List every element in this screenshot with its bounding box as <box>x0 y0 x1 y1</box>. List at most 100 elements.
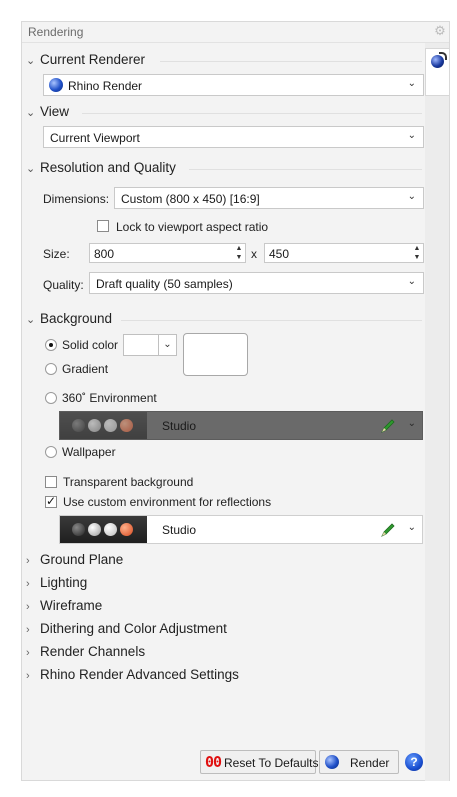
section-title: Ground Plane <box>40 552 124 567</box>
renderer-dropdown[interactable]: Rhino Render ⌄ <box>43 74 424 96</box>
section-rule <box>160 61 422 62</box>
solid-color-radio[interactable] <box>45 339 57 351</box>
pencil-icon[interactable] <box>380 522 396 538</box>
chevron-down-icon: ⌄ <box>26 55 36 67</box>
section-title: Lighting <box>40 575 88 590</box>
section-title: Render Channels <box>40 644 146 659</box>
section-advanced-settings[interactable]: › Rhino Render Advanced Settings <box>26 667 239 682</box>
wallpaper-radio[interactable] <box>45 446 57 458</box>
section-background[interactable]: ⌄ Background <box>26 311 112 331</box>
chevron-down-icon: ⌄ <box>407 191 416 202</box>
wallpaper-label: Wallpaper <box>62 445 116 459</box>
rendering-panel: Rendering ⚙ ⌄ Current Renderer Rhino Rend… <box>21 21 450 781</box>
chevron-down-icon: ⌄ <box>407 130 416 141</box>
render-button[interactable]: Render <box>319 750 399 774</box>
lock-aspect-checkbox[interactable] <box>97 220 109 232</box>
section-rule <box>121 320 422 321</box>
reset-icon: 00 <box>205 753 222 771</box>
section-wireframe[interactable]: › Wireframe <box>26 598 102 613</box>
section-current-renderer[interactable]: ⌄ Current Renderer <box>26 52 145 72</box>
chevron-down-icon[interactable]: ⌄ <box>408 522 416 533</box>
environment-thumbnail <box>60 516 147 543</box>
spin-arrows-icon[interactable]: ▲ ▼ <box>234 244 244 262</box>
chevron-right-icon: › <box>26 601 30 613</box>
height-value: 450 <box>269 247 290 261</box>
sphere-icon <box>104 523 117 536</box>
view-dropdown[interactable]: Current Viewport ⌄ <box>43 126 424 148</box>
color-picker-arrow[interactable]: ⌄ <box>159 334 177 356</box>
globe-icon <box>49 78 63 92</box>
chevron-down-icon: ⌄ <box>407 276 416 287</box>
chevron-down-icon: ⌄ <box>26 314 36 326</box>
reset-to-defaults-button[interactable]: 00 Reset To Defaults <box>200 750 319 774</box>
transparent-background-label: Transparent background <box>63 475 194 489</box>
panel-title-bar: Rendering ⚙ <box>22 22 449 43</box>
sphere-icon <box>88 523 101 536</box>
section-title: Dithering and Color Adjustment <box>40 621 227 636</box>
chevron-down-icon[interactable]: ⌄ <box>408 418 416 429</box>
section-lighting[interactable]: › Lighting <box>26 575 87 590</box>
quality-value: Draft quality (50 samples) <box>96 277 233 291</box>
width-value: 800 <box>94 247 115 261</box>
sphere-icon <box>88 419 101 432</box>
quality-label: Quality: <box>43 278 84 292</box>
gradient-radio[interactable] <box>45 363 57 375</box>
solid-color-swatch[interactable] <box>123 334 159 356</box>
sphere-icon <box>104 419 117 432</box>
section-view[interactable]: ⌄ View <box>26 104 69 124</box>
transparent-background-checkbox[interactable] <box>45 476 57 488</box>
help-icon[interactable]: ? <box>405 753 423 771</box>
chevron-right-icon: › <box>26 624 30 636</box>
sphere-icon <box>72 419 85 432</box>
chevron-down-icon: ⌄ <box>26 107 36 119</box>
solid-color-label: Solid color <box>62 338 119 352</box>
chevron-right-icon: › <box>26 578 30 590</box>
custom-environment-label: Use custom environment for reflections <box>63 495 272 509</box>
env360-label: 360˚ Environment <box>62 391 157 405</box>
chevron-down-icon: ⌄ <box>407 78 416 89</box>
dimensions-dropdown[interactable]: Custom (800 x 450) [16:9] ⌄ <box>114 187 424 209</box>
section-title: Current Renderer <box>40 52 146 67</box>
panel-title: Rendering <box>28 25 84 39</box>
rhino-render-tab[interactable] <box>425 48 449 96</box>
chevron-right-icon: › <box>26 647 30 659</box>
reset-label: Reset To Defaults <box>224 756 319 770</box>
chevron-right-icon: › <box>26 670 30 682</box>
chevron-down-icon: ⌄ <box>163 339 172 350</box>
pencil-icon[interactable] <box>380 418 396 434</box>
quality-dropdown[interactable]: Draft quality (50 samples) ⌄ <box>89 272 424 294</box>
gear-icon[interactable]: ⚙ <box>433 24 447 38</box>
section-dithering[interactable]: › Dithering and Color Adjustment <box>26 621 227 636</box>
section-resolution-quality[interactable]: ⌄ Resolution and Quality <box>26 160 176 180</box>
custom-environment-selector[interactable]: Studio ⌄ <box>59 515 423 544</box>
dimensions-label: Dimensions: <box>43 192 110 206</box>
size-label: Size: <box>43 247 70 261</box>
section-rule <box>189 169 422 170</box>
dimensions-value: Custom (800 x 450) [16:9] <box>121 192 260 206</box>
chevron-right-icon: › <box>26 555 30 567</box>
sphere-icon <box>72 523 85 536</box>
env360-name: Studio <box>162 419 197 433</box>
section-render-channels[interactable]: › Render Channels <box>26 644 145 659</box>
size-separator: x <box>251 247 257 261</box>
lock-aspect-label: Lock to viewport aspect ratio <box>116 220 269 234</box>
custom-environment-checkbox[interactable] <box>45 494 57 508</box>
environment-thumbnail <box>60 412 147 439</box>
width-input[interactable]: 800 ▲ ▼ <box>89 243 246 263</box>
env360-selector[interactable]: Studio ⌄ <box>59 411 423 440</box>
renderer-value: Rhino Render <box>68 79 143 93</box>
side-tab-strip <box>425 43 449 781</box>
view-value: Current Viewport <box>50 131 140 145</box>
chevron-down-icon: ⌄ <box>26 163 36 175</box>
env360-radio[interactable] <box>45 392 57 404</box>
spin-arrows-icon[interactable]: ▲ ▼ <box>412 244 422 262</box>
color-preview[interactable] <box>183 333 248 376</box>
section-title: View <box>40 104 70 119</box>
render-label: Render <box>350 756 390 770</box>
custom-environment-name: Studio <box>162 523 197 537</box>
rhino-render-icon-fuse <box>439 52 447 60</box>
globe-icon <box>325 755 339 769</box>
sphere-icon <box>120 419 133 432</box>
height-input[interactable]: 450 ▲ ▼ <box>264 243 424 263</box>
section-ground-plane[interactable]: › Ground Plane <box>26 552 123 567</box>
